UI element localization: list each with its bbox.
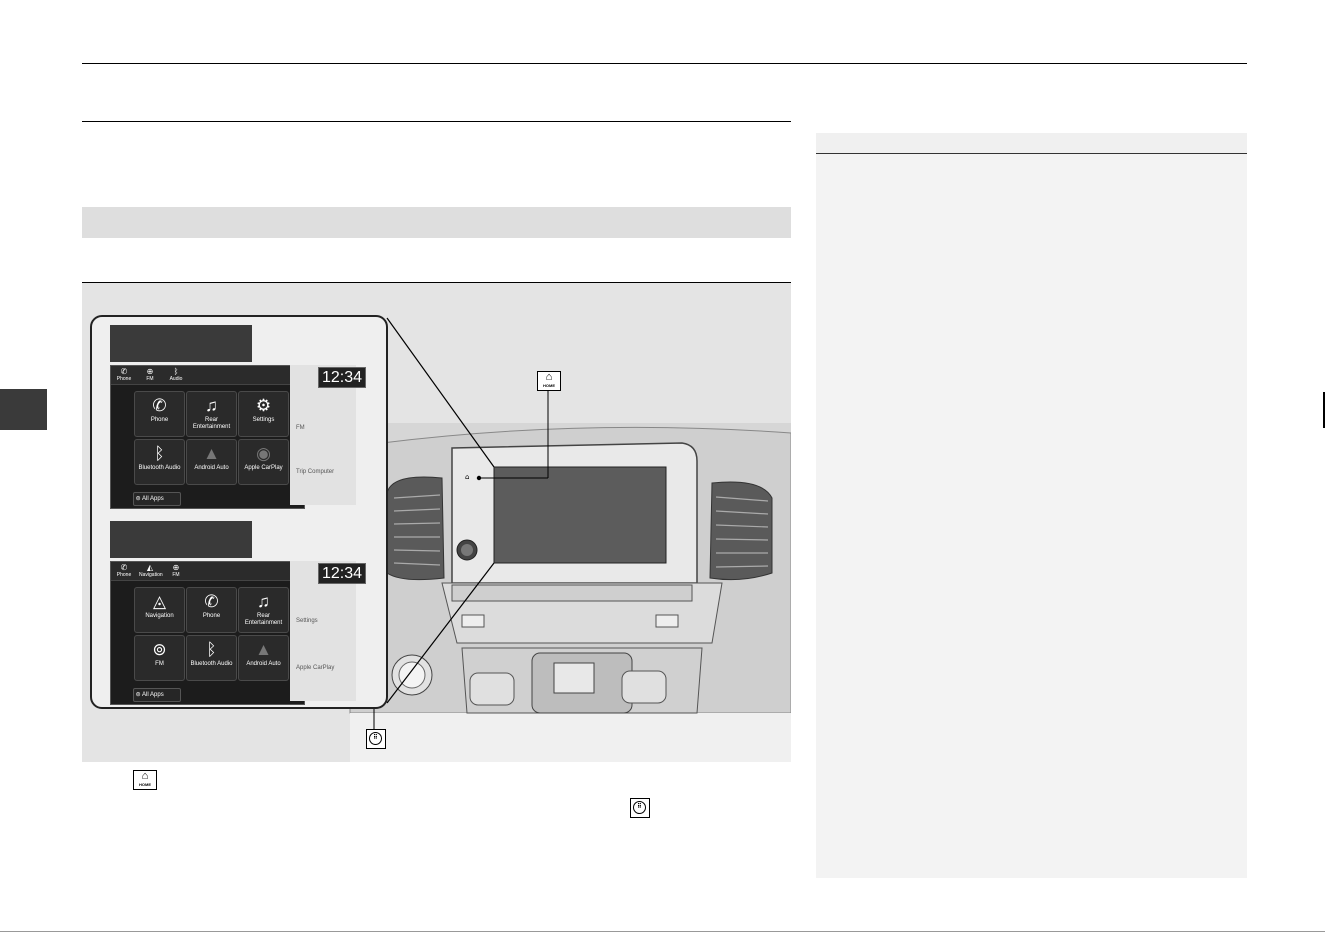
left-air-vent bbox=[386, 476, 445, 581]
screen-label-box-1 bbox=[110, 325, 252, 362]
android-auto-icon: ▲ bbox=[255, 640, 272, 659]
tile-phone[interactable]: ✆ Phone bbox=[186, 587, 237, 633]
bluetooth-icon: ᛒ bbox=[154, 444, 165, 463]
tile-rear-entertainment[interactable]: ♫ Rear Entertainment bbox=[238, 587, 289, 633]
top-rule bbox=[82, 63, 1247, 64]
android-auto-icon: ▲ bbox=[203, 444, 220, 463]
all-apps-button[interactable]: ⊜ All Apps bbox=[133, 492, 181, 506]
topbar-fm[interactable]: ⊕ FM bbox=[139, 367, 161, 383]
home-screen-2: ✆ Phone ◭ Navigation ⊕ FM ◬ Navigation ✆ Phon… bbox=[110, 561, 305, 705]
screen-2-clock: 12:34 bbox=[318, 563, 366, 584]
all-apps-icon: ⠿ bbox=[366, 729, 386, 749]
headphones-icon: ♫ bbox=[257, 592, 270, 611]
tile-android-auto[interactable]: ▲ Android Auto bbox=[186, 439, 237, 485]
tile-settings[interactable]: ⚙ Settings bbox=[238, 391, 289, 437]
fm-icon: ⊚ bbox=[152, 640, 167, 659]
topbar-phone[interactable]: ✆ Phone bbox=[113, 563, 135, 579]
all-apps-button[interactable]: ⊜ All Apps bbox=[133, 688, 181, 702]
screen-callout-group: ✆ Phone ⊕ FM ᛒ Audio ✆ Phone ♫ Rear Entertain… bbox=[90, 315, 388, 709]
tile-navigation[interactable]: ◬ Navigation bbox=[134, 587, 185, 633]
figure: ⌂ ⌂ HOME ⠿ ✆ Phone ⊕ FM ᛒ Audio ✆ Phone … bbox=[82, 282, 791, 762]
home-screen-1: ✆ Phone ⊕ FM ᛒ Audio ✆ Phone ♫ Rear Entertain… bbox=[110, 365, 305, 509]
side-panel-header bbox=[816, 133, 1247, 154]
section-bar bbox=[82, 207, 791, 238]
topbar-fm[interactable]: ⊕ FM bbox=[165, 563, 187, 579]
all-apps-icon: ⠿ bbox=[630, 798, 650, 818]
phone-icon: ✆ bbox=[152, 396, 167, 415]
topbar-audio[interactable]: ᛒ Audio bbox=[165, 367, 187, 383]
tile-rear-entertainment[interactable]: ♫ Rear Entertainment bbox=[186, 391, 237, 437]
right-air-vent bbox=[709, 481, 773, 581]
screen-topbar: ✆ Phone ◭ Navigation ⊕ FM bbox=[111, 562, 304, 581]
side-panel bbox=[816, 133, 1247, 878]
topbar-phone[interactable]: ✆ Phone bbox=[113, 367, 135, 383]
section-rule bbox=[82, 121, 791, 122]
bluetooth-icon: ᛒ bbox=[206, 640, 217, 659]
tile-bluetooth-audio[interactable]: ᛒ Bluetooth Audio bbox=[186, 635, 237, 681]
tile-android-auto[interactable]: ▲ Android Auto bbox=[238, 635, 289, 681]
svg-text:⌂: ⌂ bbox=[465, 473, 469, 481]
gear-icon: ⚙ bbox=[255, 396, 272, 415]
tile-phone[interactable]: ✆ Phone bbox=[134, 391, 185, 437]
phone-icon: ✆ bbox=[204, 592, 219, 611]
apple-carplay-icon: ◉ bbox=[256, 444, 271, 463]
home-icon: ⌂ HOME bbox=[133, 770, 157, 790]
home-icon: ⌂ HOME bbox=[537, 371, 561, 391]
fm-icon: ⊕ bbox=[146, 367, 154, 376]
screen-label-box-2 bbox=[110, 521, 252, 558]
tile-apple-carplay[interactable]: ◉ Apple CarPlay bbox=[238, 439, 289, 485]
headphones-icon: ♫ bbox=[205, 396, 218, 415]
navigation-icon: ◬ bbox=[152, 592, 167, 611]
bottom-rule bbox=[0, 931, 1325, 932]
phone-icon: ✆ bbox=[120, 367, 128, 376]
tile-fm[interactable]: ⊚ FM bbox=[134, 635, 185, 681]
tile-bluetooth-audio[interactable]: ᛒ Bluetooth Audio bbox=[134, 439, 185, 485]
chapter-tab bbox=[0, 389, 47, 430]
bluetooth-icon: ᛒ bbox=[173, 367, 179, 376]
navigation-icon: ◭ bbox=[146, 563, 154, 572]
fm-icon: ⊕ bbox=[172, 563, 180, 572]
phone-icon: ✆ bbox=[120, 563, 128, 572]
screen-1-clock: 12:34 bbox=[318, 367, 366, 388]
screen-topbar: ✆ Phone ⊕ FM ᛒ Audio bbox=[111, 366, 304, 385]
topbar-navigation[interactable]: ◭ Navigation bbox=[139, 563, 163, 579]
